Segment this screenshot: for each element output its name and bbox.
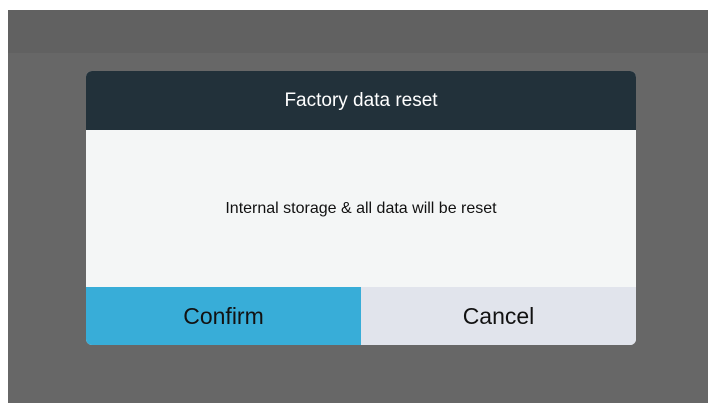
confirm-button[interactable]: Confirm xyxy=(86,287,361,345)
dialog-actions: Confirm Cancel xyxy=(86,287,636,345)
screen-overlay: Factory data reset Internal storage & al… xyxy=(8,10,708,403)
factory-reset-dialog: Factory data reset Internal storage & al… xyxy=(86,71,636,345)
dialog-title: Factory data reset xyxy=(86,71,636,130)
dialog-message: Internal storage & all data will be rese… xyxy=(86,130,636,287)
cancel-button[interactable]: Cancel xyxy=(361,287,636,345)
status-strip xyxy=(8,10,708,53)
